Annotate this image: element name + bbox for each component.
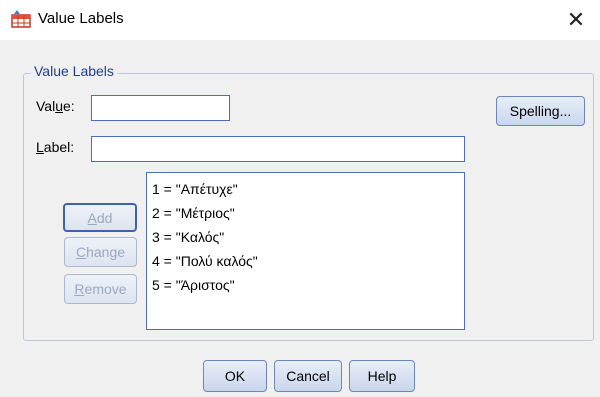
group-legend: Value Labels <box>31 63 117 79</box>
value-labels-list[interactable]: 1 = "Απέτυχε" 2 = "Μέτριος" 3 = "Καλός" … <box>146 172 465 330</box>
change-button-label: hange <box>86 244 126 260</box>
value-input[interactable] <box>91 95 230 121</box>
list-item[interactable]: 1 = "Απέτυχε" <box>152 177 459 201</box>
help-button[interactable]: Help <box>349 360 415 392</box>
change-access-key: C <box>75 244 87 260</box>
list-item[interactable]: 3 = "Καλός" <box>152 225 459 249</box>
cancel-button-label: Cancel <box>286 368 330 384</box>
list-item[interactable]: 5 = "Άριστος" <box>152 273 459 297</box>
ok-button-label: OK <box>224 368 246 384</box>
label-label-text: abel: <box>43 139 75 155</box>
add-button[interactable]: Add <box>63 203 137 232</box>
close-icon: ✕ <box>566 7 586 32</box>
label-label-access-key: L <box>36 139 44 155</box>
list-item[interactable]: 4 = "Πολύ καλός" <box>152 249 459 273</box>
remove-button-label: emove <box>84 281 127 297</box>
list-item[interactable]: 2 = "Μέτριος" <box>152 201 459 225</box>
spelling-button[interactable]: Spelling... <box>496 96 585 126</box>
label-field-label: Label: <box>36 139 74 155</box>
add-access-key: A <box>87 209 97 226</box>
remove-access-key: R <box>74 281 85 297</box>
cancel-button[interactable]: Cancel <box>274 360 342 392</box>
value-label-text-a: Val <box>36 98 56 114</box>
add-button-label: dd <box>96 209 113 226</box>
remove-button[interactable]: Remove <box>64 274 137 304</box>
label-input[interactable] <box>91 136 465 162</box>
help-button-label: Help <box>367 368 397 384</box>
spelling-button-label: Spelling... <box>509 103 572 119</box>
close-button[interactable]: ✕ <box>560 4 592 36</box>
change-button[interactable]: Change <box>64 237 137 267</box>
value-labels-app-icon <box>11 10 31 28</box>
title-bar: Value Labels ✕ <box>0 0 600 40</box>
window-title: Value Labels <box>38 10 124 27</box>
value-label-access-key: u <box>55 98 63 114</box>
value-label-text-b: e: <box>63 98 75 114</box>
ok-button[interactable]: OK <box>203 360 267 392</box>
value-field-label: Value: <box>36 98 75 114</box>
